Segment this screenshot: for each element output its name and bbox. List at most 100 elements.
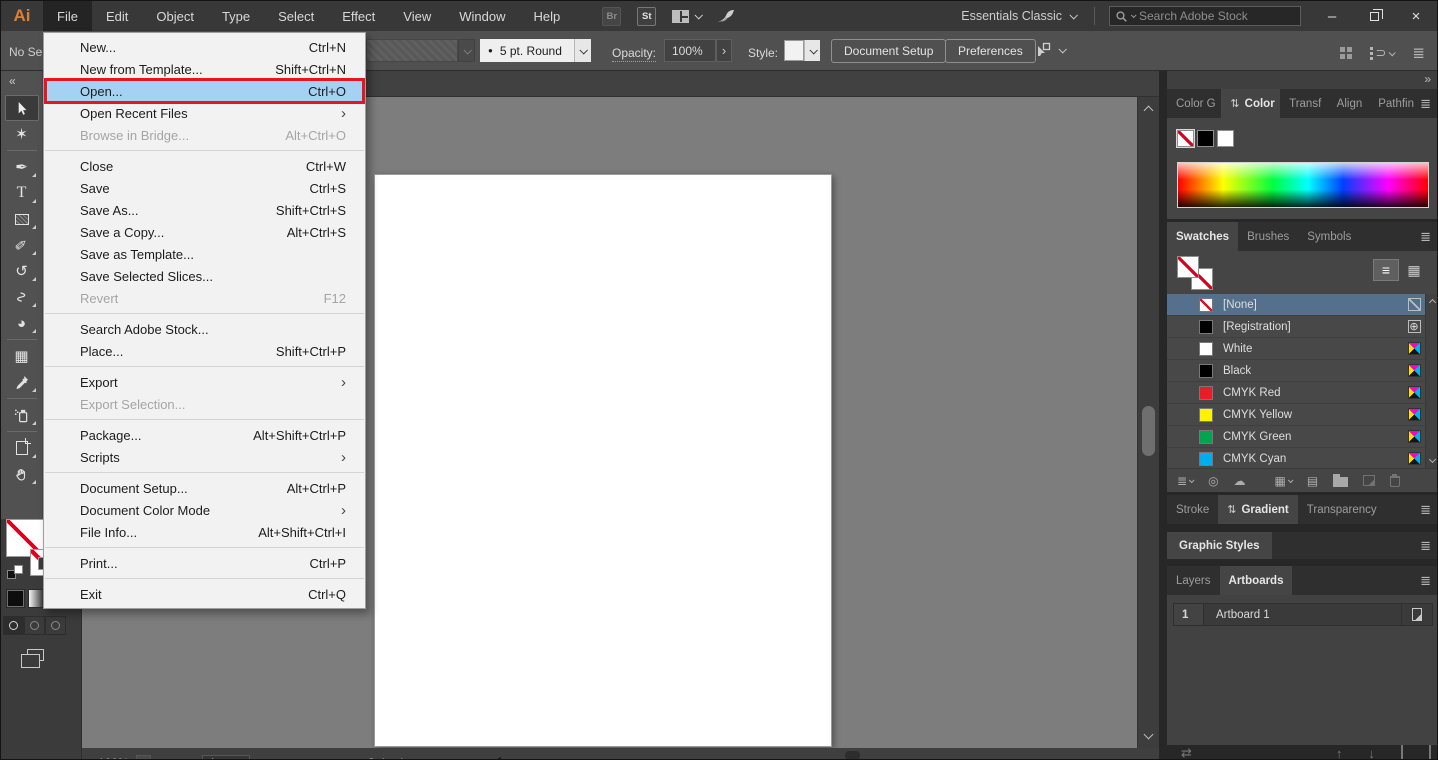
artboard[interactable] xyxy=(374,174,832,747)
artboard-navigation-dropdown[interactable]: 1 xyxy=(202,755,250,760)
tab-stroke[interactable]: Stroke xyxy=(1167,495,1218,524)
swatch-options-button[interactable]: ▤ xyxy=(1307,474,1318,488)
new-artboard-button[interactable] xyxy=(1401,746,1403,760)
shape-builder-tool[interactable]: ◕ xyxy=(5,310,39,336)
menu-edit[interactable]: Edit xyxy=(92,1,142,31)
swatch-row-black[interactable]: Black xyxy=(1167,360,1438,382)
variable-width-profile-dropdown[interactable] xyxy=(366,39,458,62)
type-tool[interactable]: T xyxy=(5,180,39,206)
mesh-tool[interactable]: ▦ xyxy=(5,343,39,369)
add-to-cloud-button[interactable]: ☁ xyxy=(1234,474,1246,488)
swatch-list-scrollbar[interactable] xyxy=(1425,294,1438,468)
menu-item-browse-in-bridge[interactable]: Browse in Bridge... Alt+Ctrl+O xyxy=(44,124,365,146)
menu-item-open[interactable]: Open... Ctrl+O xyxy=(44,80,365,102)
tab-graphic-styles[interactable]: Graphic Styles xyxy=(1167,532,1272,559)
swatch-row-cmyk-cyan[interactable]: CMYK Cyan xyxy=(1167,448,1438,468)
selection-tool[interactable] xyxy=(5,95,39,121)
pen-tool[interactable]: ✒ xyxy=(5,154,39,180)
menu-item-export-selection[interactable]: Export Selection... xyxy=(44,393,365,415)
document-grid-icon[interactable] xyxy=(1340,47,1352,59)
draw-behind-button[interactable] xyxy=(24,616,45,635)
snap-options-button[interactable] xyxy=(1035,42,1065,57)
swatch-row-white[interactable]: White xyxy=(1167,338,1438,360)
close-button[interactable]: × xyxy=(1395,1,1437,31)
move-up-icon[interactable]: ↑ xyxy=(1336,746,1343,760)
stock-icon[interactable]: St xyxy=(637,7,656,26)
color-spectrum-bar[interactable] xyxy=(1177,162,1429,208)
scroll-down-icon[interactable] xyxy=(1144,730,1154,740)
scroll-up-icon[interactable] xyxy=(1429,299,1436,306)
new-swatch-button[interactable] xyxy=(1363,475,1375,486)
color-button[interactable] xyxy=(6,589,25,608)
search-input[interactable] xyxy=(1139,9,1294,23)
preferences-button[interactable]: Preferences xyxy=(945,39,1036,63)
panel-arrange-button[interactable]: ⊃ xyxy=(1370,45,1395,61)
menu-item-close[interactable]: Close Ctrl+W xyxy=(44,155,365,177)
menu-item-export[interactable]: Export › xyxy=(44,371,365,393)
tab-brushes[interactable]: Brushes xyxy=(1238,222,1298,251)
delete-swatch-button[interactable] xyxy=(1390,474,1400,487)
new-color-group-button[interactable] xyxy=(1333,474,1348,487)
menu-item-scripts[interactable]: Scripts › xyxy=(44,446,365,468)
change-screen-mode-button[interactable] xyxy=(27,649,44,661)
draw-normal-button[interactable] xyxy=(3,616,24,635)
scroll-down-icon[interactable] xyxy=(1429,456,1436,463)
zoom-level-chevron[interactable] xyxy=(136,755,151,760)
hand-tool[interactable] xyxy=(5,461,39,487)
menu-item-file-info[interactable]: File Info... Alt+Shift+Ctrl+I xyxy=(44,521,365,543)
menu-item-print[interactable]: Print... Ctrl+P xyxy=(44,552,365,574)
menu-item-open-recent-files[interactable]: Open Recent Files › xyxy=(44,102,365,124)
delete-artboard-button[interactable] xyxy=(1429,746,1431,760)
bridge-icon[interactable]: Br xyxy=(602,7,621,26)
tab-symbols[interactable]: Symbols xyxy=(1298,222,1360,251)
minimize-button[interactable]: – xyxy=(1311,1,1353,31)
width-tool[interactable]: ∿ xyxy=(5,284,39,310)
tab-swatches[interactable]: Swatches xyxy=(1167,222,1238,251)
style-swatch[interactable] xyxy=(784,40,804,61)
menu-item-save-a-copy[interactable]: Save a Copy... Alt+Ctrl+S xyxy=(44,221,365,243)
expand-panels-button[interactable]: » xyxy=(1167,71,1438,89)
color-panel-menu-icon[interactable]: ≣ xyxy=(1420,89,1438,118)
menu-item-document-setup[interactable]: Document Setup... Alt+Ctrl+P xyxy=(44,477,365,499)
gpu-performance-icon[interactable] xyxy=(717,9,735,23)
menu-item-save-as-template[interactable]: Save as Template... xyxy=(44,243,365,265)
tab-transform[interactable]: Transf xyxy=(1280,89,1328,118)
menu-object[interactable]: Object xyxy=(142,1,208,31)
vertical-scrollbar-thumb[interactable] xyxy=(1142,406,1155,456)
arrange-documents-button[interactable] xyxy=(672,10,701,23)
white-chip[interactable] xyxy=(1217,130,1234,147)
menu-file[interactable]: File xyxy=(43,1,92,31)
variable-width-profile-chevron[interactable] xyxy=(458,39,475,62)
tab-layers[interactable]: Layers xyxy=(1167,566,1220,595)
menu-item-exit[interactable]: Exit Ctrl+Q xyxy=(44,583,365,605)
swatch-row-cmyk-green[interactable]: CMYK Green xyxy=(1167,426,1438,448)
tab-transparency[interactable]: Transparency xyxy=(1298,495,1386,524)
magic-wand-tool[interactable]: ✶ xyxy=(5,121,39,147)
rotate-tool[interactable]: ↺ xyxy=(5,258,39,284)
style-chevron[interactable] xyxy=(804,40,820,61)
menu-item-search-adobe-stock[interactable]: Search Adobe Stock... xyxy=(44,318,365,340)
menu-view[interactable]: View xyxy=(389,1,445,31)
artboard-tool[interactable] xyxy=(5,435,39,461)
menu-help[interactable]: Help xyxy=(519,1,574,31)
opacity-label[interactable]: Opacity: xyxy=(612,46,656,62)
swatch-row-cmyk-red[interactable]: CMYK Red xyxy=(1167,382,1438,404)
draw-inside-button[interactable] xyxy=(45,616,66,635)
tab-artboards[interactable]: Artboards xyxy=(1220,566,1293,595)
swatch-libraries-button[interactable]: ≣ xyxy=(1177,474,1193,488)
workspace-switcher[interactable]: Essentials Classic xyxy=(947,9,1090,23)
swatch-row-registration[interactable]: [Registration] ⊕ xyxy=(1167,316,1438,338)
menu-effect[interactable]: Effect xyxy=(328,1,389,31)
color-themes-button[interactable]: ◎ xyxy=(1208,474,1218,488)
tab-color-guide[interactable]: Color G xyxy=(1167,89,1221,118)
rectangle-tool[interactable] xyxy=(5,206,39,232)
menu-item-new-from-template[interactable]: New from Template... Shift+Ctrl+N xyxy=(44,58,365,80)
tab-pathfinder[interactable]: Pathfin xyxy=(1369,89,1420,118)
opacity-input[interactable]: 100% xyxy=(664,39,716,62)
fill-none-chip[interactable] xyxy=(1177,130,1194,147)
list-view-button[interactable]: ≡ xyxy=(1373,259,1399,281)
collapse-toolbar-button[interactable]: « xyxy=(1,71,42,91)
menu-type[interactable]: Type xyxy=(208,1,264,31)
move-down-icon[interactable]: ↓ xyxy=(1368,746,1375,760)
swatch-row-cmyk-yellow[interactable]: CMYK Yellow xyxy=(1167,404,1438,426)
